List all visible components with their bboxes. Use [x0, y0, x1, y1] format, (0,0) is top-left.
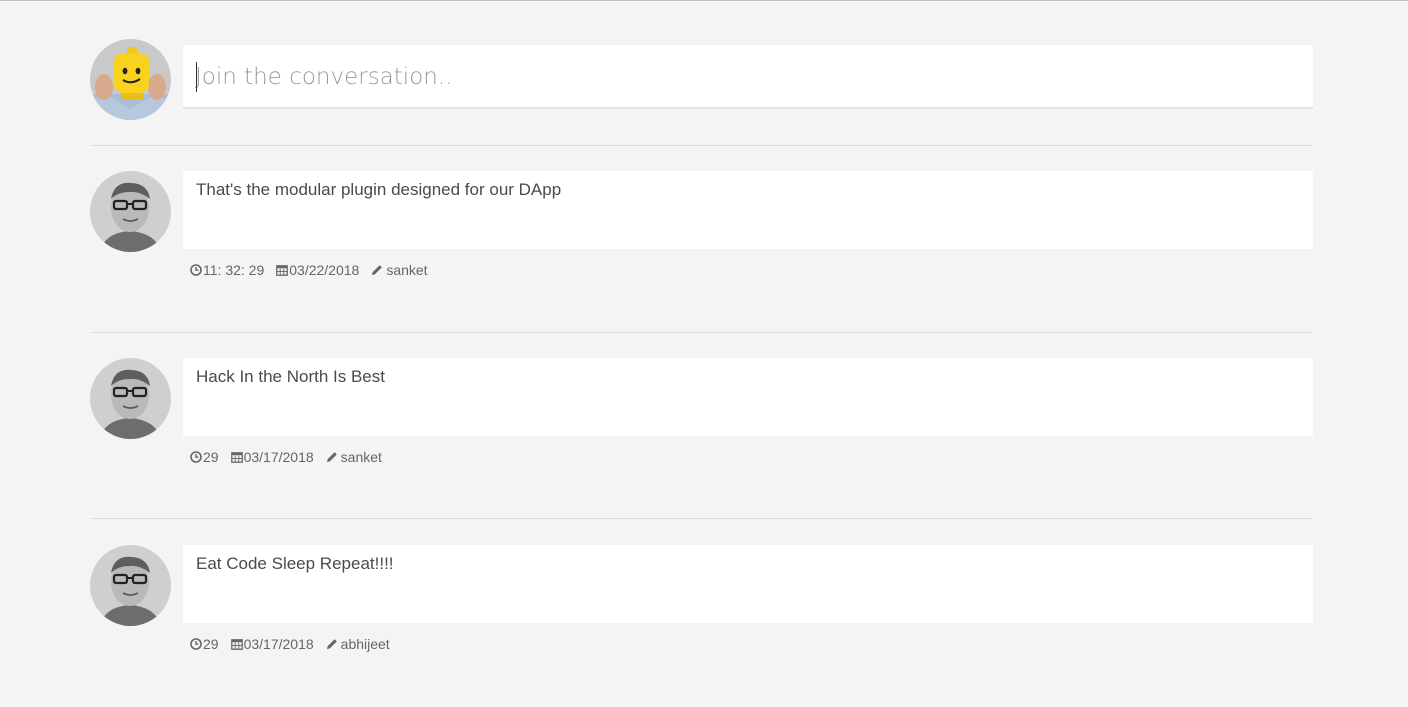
calendar-icon	[276, 264, 289, 276]
top-border	[0, 0, 1408, 1]
clock-icon	[190, 638, 202, 650]
message-author: abhijeet	[340, 636, 390, 652]
pencil-icon	[371, 264, 383, 276]
calendar-icon	[230, 638, 243, 650]
calendar-icon	[230, 451, 243, 463]
divider	[90, 518, 1313, 519]
clock-icon	[190, 451, 202, 463]
pencil-icon	[326, 451, 338, 463]
message-text: Eat Code Sleep Repeat!!!!	[196, 554, 394, 573]
composer-box	[183, 45, 1313, 109]
current-user-avatar	[90, 39, 171, 120]
pencil-icon	[326, 638, 338, 650]
message-date: 03/22/2018	[289, 262, 360, 278]
message-meta: 29 03/17/2018 sanket	[190, 448, 382, 466]
message-meta: 11: 32: 29 03/22/2018 sanket	[190, 261, 428, 279]
message-author: sanket	[386, 262, 428, 278]
message-date: 03/17/2018	[243, 449, 314, 465]
message-time: 11: 32: 29	[203, 262, 265, 278]
text-caret	[196, 62, 197, 92]
message-card: Eat Code Sleep Repeat!!!!	[183, 545, 1313, 623]
message-author: sanket	[340, 449, 382, 465]
message-meta: 29 03/17/2018 abhijeet	[190, 635, 390, 653]
message-card: That's the modular plugin designed for o…	[183, 171, 1313, 249]
message-time: 29	[203, 449, 219, 465]
divider	[90, 145, 1313, 146]
message-card: Hack In the North Is Best	[183, 358, 1313, 436]
message-date: 03/17/2018	[243, 636, 314, 652]
clock-icon	[190, 264, 202, 276]
comment-input[interactable]	[195, 59, 1295, 95]
message-time: 29	[203, 636, 219, 652]
author-avatar	[90, 358, 171, 439]
message-text: That's the modular plugin designed for o…	[196, 180, 562, 199]
divider	[90, 332, 1313, 333]
author-avatar	[90, 545, 171, 626]
message-text: Hack In the North Is Best	[196, 367, 385, 386]
author-avatar	[90, 171, 171, 252]
